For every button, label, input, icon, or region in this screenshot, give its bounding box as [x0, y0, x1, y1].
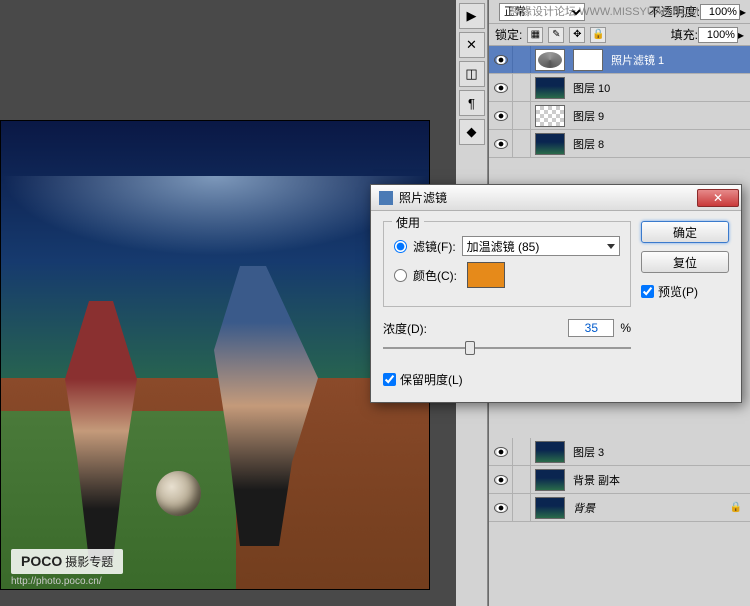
- opacity-caret-icon[interactable]: ▸: [740, 5, 746, 19]
- use-legend: 使用: [392, 214, 424, 231]
- layer-name[interactable]: 图层 8: [573, 136, 604, 152]
- preview-label[interactable]: 预览(P): [658, 283, 698, 300]
- density-slider[interactable]: [383, 339, 631, 357]
- layer-8[interactable]: 图层 8: [489, 130, 750, 158]
- watermark-text: 摄影专题: [65, 555, 113, 569]
- stadium-lights: [1, 176, 429, 256]
- tool-paragraph-icon[interactable]: ¶: [459, 90, 485, 116]
- visibility-eye-icon[interactable]: [494, 503, 508, 513]
- filter-radio[interactable]: [394, 240, 407, 253]
- visibility-eye-icon[interactable]: [494, 111, 508, 121]
- close-icon: ✕: [713, 191, 723, 205]
- layer-3[interactable]: 图层 3: [489, 438, 750, 466]
- photo-filter-dialog: 照片滤镜 ✕ 使用 滤镜(F): 加温滤镜 (85) 颜色(C):: [370, 184, 742, 403]
- reset-button[interactable]: 复位: [641, 251, 729, 273]
- poco-watermark: POCO 摄影专题: [11, 549, 123, 574]
- layer-name[interactable]: 背景: [573, 500, 595, 516]
- layer-name[interactable]: 图层 10: [573, 80, 610, 96]
- ok-button[interactable]: 确定: [641, 221, 729, 243]
- tool-slice-icon[interactable]: ◫: [459, 61, 485, 87]
- density-unit: %: [620, 321, 631, 335]
- soccer-ball: [156, 471, 201, 516]
- mask-thumb-icon[interactable]: [573, 49, 603, 71]
- filter-dropdown-value: 加温滤镜 (85): [467, 238, 540, 255]
- fill-input[interactable]: [698, 27, 738, 43]
- lock-label: 锁定:: [495, 26, 522, 43]
- filter-radio-label[interactable]: 滤镜(F):: [413, 238, 456, 255]
- layer-9[interactable]: 图层 9: [489, 102, 750, 130]
- lock-pixels-icon[interactable]: ✎: [548, 27, 564, 43]
- lock-badge-icon: 🔒: [730, 502, 742, 513]
- dropdown-caret-icon: [607, 244, 615, 249]
- close-button[interactable]: ✕: [697, 189, 739, 207]
- lock-position-icon[interactable]: ✥: [569, 27, 585, 43]
- color-radio-label[interactable]: 颜色(C):: [413, 267, 457, 284]
- layer-thumb[interactable]: [535, 77, 565, 99]
- opacity-input[interactable]: [700, 4, 740, 20]
- visibility-eye-icon[interactable]: [494, 83, 508, 93]
- lock-transparency-icon[interactable]: ▦: [527, 27, 543, 43]
- lock-all-icon[interactable]: 🔒: [590, 27, 606, 43]
- lock-fill-row: 锁定: ▦ ✎ ✥ 🔒 填充: ▸: [489, 24, 750, 46]
- preserve-luminosity-checkbox[interactable]: [383, 373, 396, 386]
- tool-shape-icon[interactable]: ◆: [459, 119, 485, 145]
- adjustment-thumb-icon[interactable]: [535, 49, 565, 71]
- dialog-app-icon: [379, 191, 393, 205]
- visibility-eye-icon[interactable]: [494, 55, 508, 65]
- density-input[interactable]: [568, 319, 614, 337]
- density-label: 浓度(D):: [383, 320, 427, 337]
- layer-thumb[interactable]: [535, 497, 565, 519]
- dialog-titlebar[interactable]: 照片滤镜 ✕: [371, 185, 741, 211]
- dialog-title: 照片滤镜: [399, 189, 447, 206]
- use-fieldset: 使用 滤镜(F): 加温滤镜 (85) 颜色(C):: [383, 221, 631, 307]
- layer-background-copy[interactable]: 背景 副本: [489, 466, 750, 494]
- watermark-url: http://photo.poco.cn/: [11, 576, 102, 587]
- fill-caret-icon[interactable]: ▸: [738, 28, 744, 42]
- tool-play-icon[interactable]: ▶: [459, 3, 485, 29]
- color-radio[interactable]: [394, 269, 407, 282]
- tool-wand-icon[interactable]: ✕: [459, 32, 485, 58]
- layer-10[interactable]: 图层 10: [489, 74, 750, 102]
- document-canvas[interactable]: POCO 摄影专题 http://photo.poco.cn/: [0, 120, 430, 590]
- layer-name[interactable]: 图层 9: [573, 108, 604, 124]
- layer-thumb[interactable]: [535, 441, 565, 463]
- layer-name[interactable]: 图层 3: [573, 444, 604, 460]
- preview-checkbox[interactable]: [641, 285, 654, 298]
- fill-label: 填充:: [671, 26, 698, 43]
- layer-name[interactable]: 背景 副本: [573, 472, 620, 488]
- layer-name[interactable]: 照片滤镜 1: [611, 52, 664, 68]
- visibility-eye-icon[interactable]: [494, 139, 508, 149]
- layer-thumb[interactable]: [535, 469, 565, 491]
- slider-track-line: [383, 347, 631, 349]
- preserve-luminosity-label[interactable]: 保留明度(L): [400, 371, 463, 388]
- filter-dropdown[interactable]: 加温滤镜 (85): [462, 236, 620, 256]
- visibility-eye-icon[interactable]: [494, 447, 508, 457]
- visibility-eye-icon[interactable]: [494, 475, 508, 485]
- site-watermark: 思缘设计论坛 WWW.MISSYUAN.COM: [510, 3, 699, 19]
- color-swatch[interactable]: [467, 262, 505, 288]
- layer-background[interactable]: 背景 🔒: [489, 494, 750, 522]
- layer-photo-filter-1[interactable]: 照片滤镜 1: [489, 46, 750, 74]
- layer-thumb[interactable]: [535, 133, 565, 155]
- watermark-brand: POCO: [21, 553, 62, 569]
- layer-thumb[interactable]: [535, 105, 565, 127]
- slider-thumb[interactable]: [465, 341, 475, 355]
